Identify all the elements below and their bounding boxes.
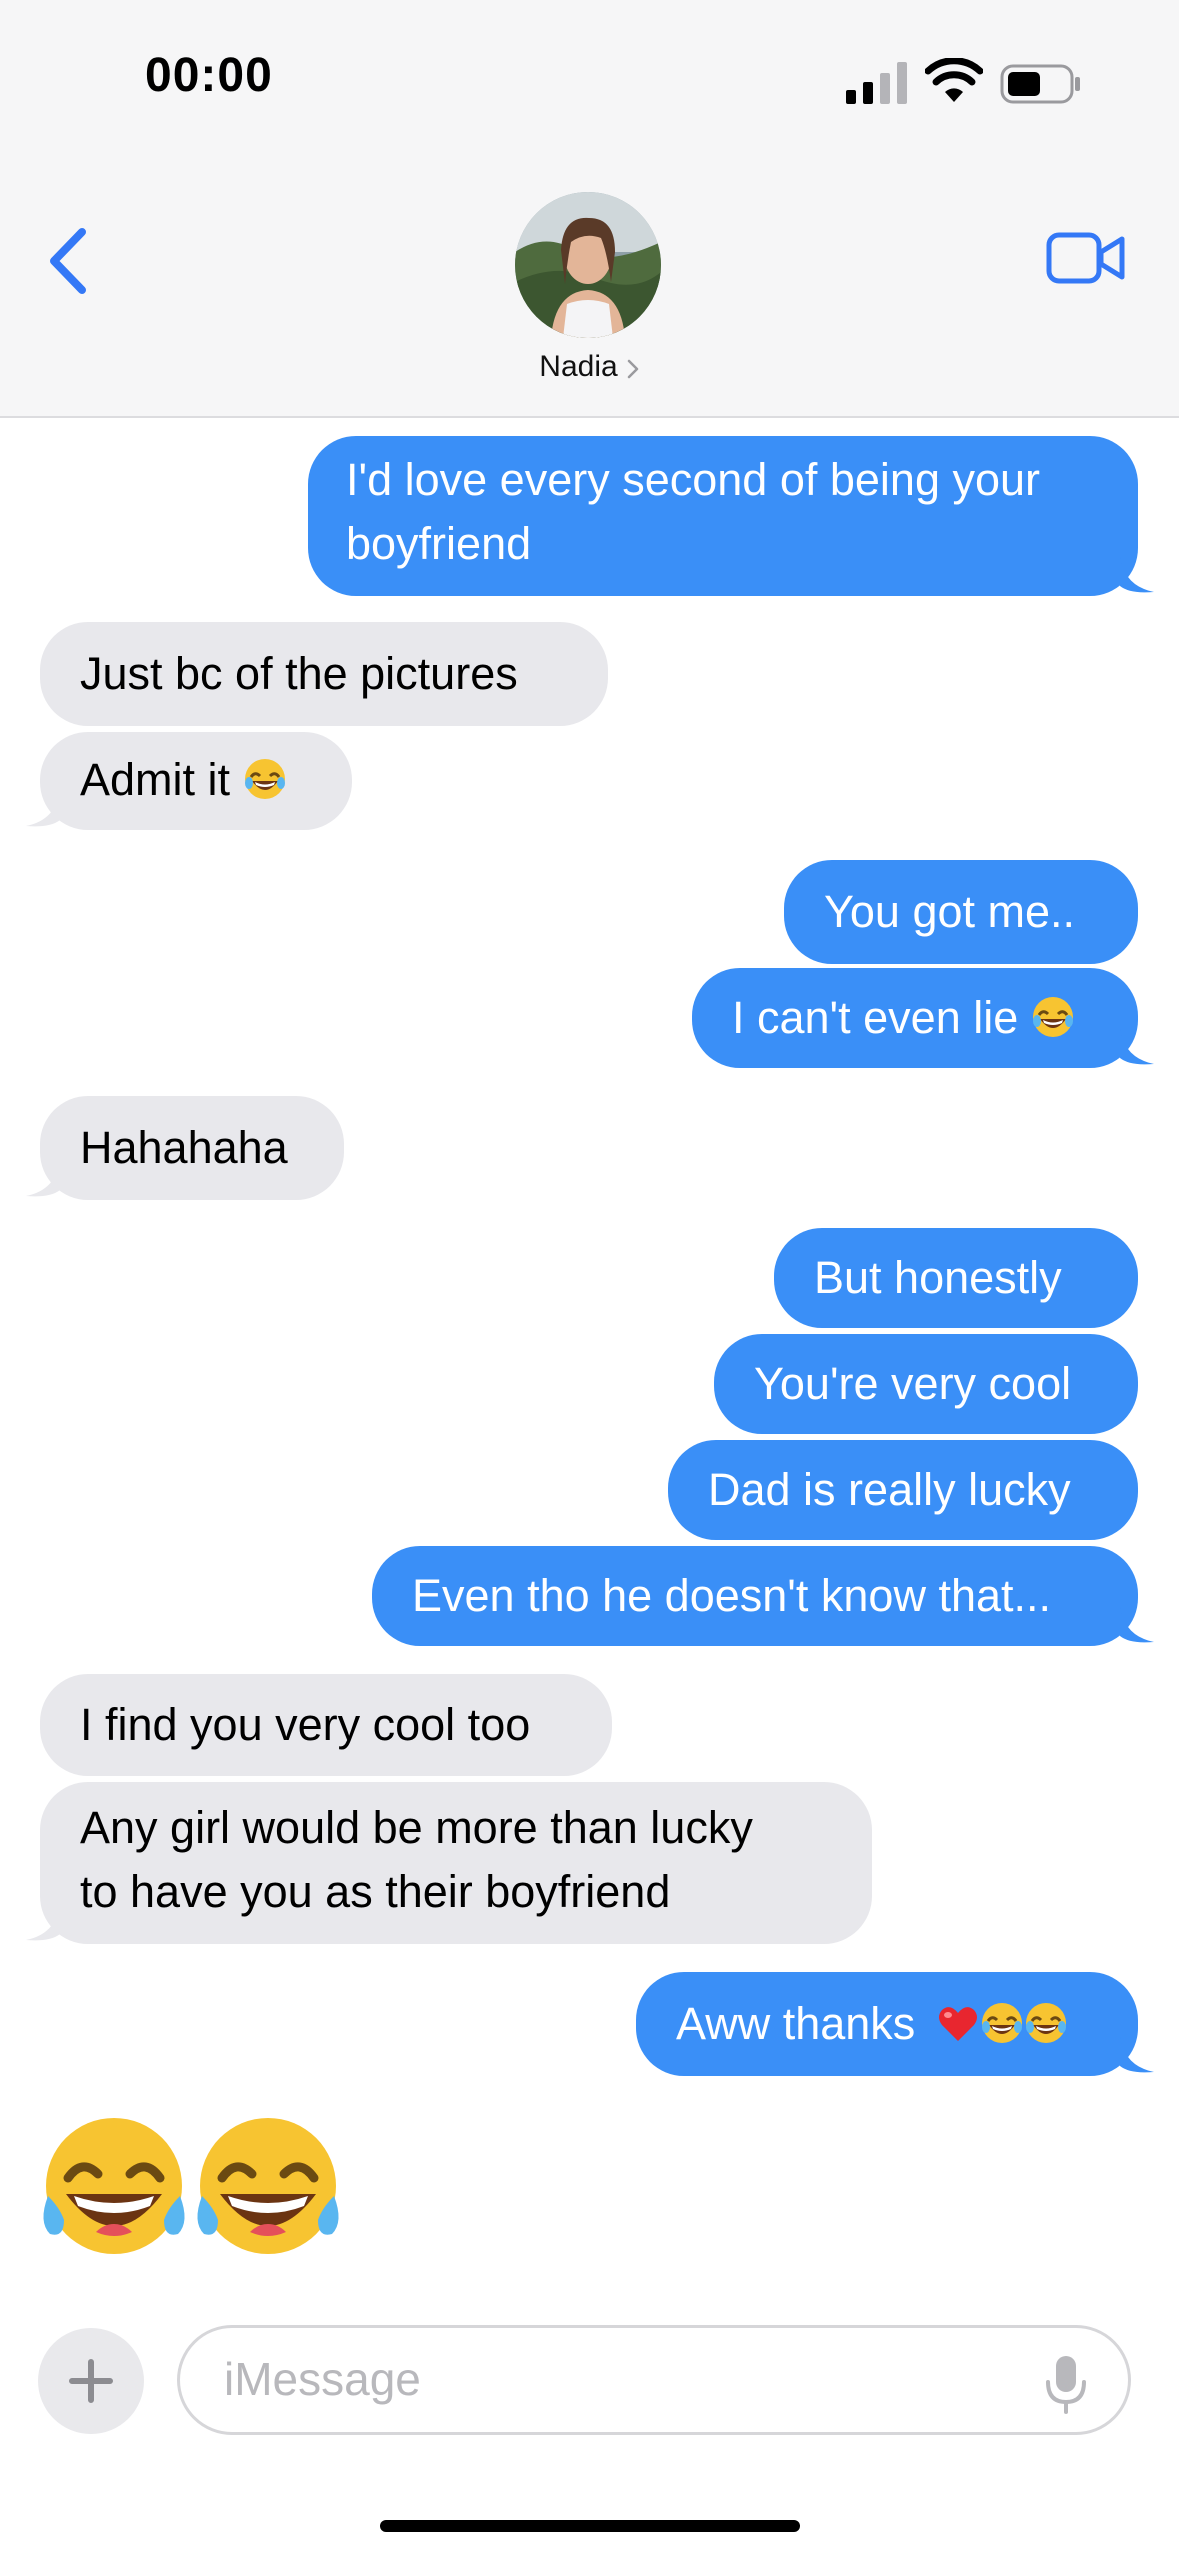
message-text-line: Any girl would be more than lucky <box>80 1802 753 1853</box>
outgoing-message-bubble[interactable]: Even tho he doesn't know that... <box>372 1546 1138 1646</box>
incoming-message-bubble[interactable]: Any girl would be more than lucky to hav… <box>40 1782 872 1944</box>
message-text-line: boyfriend <box>346 518 532 569</box>
outgoing-message-bubble[interactable]: But honestly <box>774 1228 1138 1328</box>
laughing-emoji-icon <box>1025 2003 1066 2043</box>
bubble-tail <box>1120 556 1154 593</box>
incoming-message-bubble[interactable]: Just bc of the pictures <box>40 622 608 726</box>
outgoing-message-bubble[interactable]: Dad is really lucky <box>668 1440 1138 1540</box>
outgoing-message-bubble[interactable]: You're very cool <box>714 1334 1138 1434</box>
incoming-message-bubble[interactable]: Hahahaha <box>40 1096 344 1200</box>
battery-icon <box>1000 64 1080 104</box>
message-text-line: Even tho he doesn't know that... <box>412 1570 1052 1621</box>
message-text-line: Just bc of the pictures <box>80 648 518 699</box>
outgoing-message-bubble[interactable]: You got me.. <box>784 860 1138 964</box>
back-chevron-icon[interactable] <box>44 226 94 296</box>
status-time: 00:00 <box>145 49 273 102</box>
microphone-icon[interactable] <box>1044 2354 1088 2414</box>
laughing-emoji-icon <box>981 2003 1022 2043</box>
bubble-tail <box>26 1904 60 1941</box>
laughing-emoji-icon <box>1032 997 1073 1037</box>
message-text-line: I can't even lie <box>732 992 1019 1043</box>
conversation-header: 00:00 Nadia <box>0 0 1179 418</box>
wifi-icon <box>925 58 983 102</box>
contact-name: Nadia <box>539 350 618 383</box>
laughing-emoji-icon <box>244 759 285 799</box>
heart-icon <box>938 2007 977 2041</box>
facetime-video-icon[interactable] <box>1046 230 1126 286</box>
bubble-tail <box>1120 1028 1154 1065</box>
bubble-tail <box>26 1160 60 1197</box>
bubble-tail <box>1120 2036 1154 2073</box>
message-text-line: Admit it <box>80 754 231 805</box>
home-indicator <box>380 2520 800 2532</box>
message-text-line: You got me.. <box>824 886 1076 937</box>
message-text-line: Dad is really lucky <box>708 1464 1071 1515</box>
bubble-tail <box>26 790 60 827</box>
message-text-line: Aww thanks <box>676 1998 916 2049</box>
outgoing-message-bubble[interactable]: I can't even lie <box>692 968 1138 1068</box>
message-text-line: You're very cool <box>754 1358 1072 1409</box>
bubble-tail <box>1120 1606 1154 1643</box>
message-input[interactable]: iMessage <box>177 2325 1131 2435</box>
message-text-line: Hahahaha <box>80 1122 288 1173</box>
message-text-line: I'd love every second of being your <box>346 454 1041 505</box>
apps-plus-button[interactable] <box>38 2328 144 2434</box>
message-text-line: But honestly <box>814 1252 1062 1303</box>
outgoing-message-bubble[interactable]: Aww thanks <box>636 1972 1138 2076</box>
contact-name-button[interactable]: Nadia <box>0 350 1179 384</box>
cellular-signal-icon <box>846 62 907 104</box>
chevron-right-icon <box>627 359 638 379</box>
message-input-placeholder: iMessage <box>224 2353 421 2405</box>
laughing-emoji-icon <box>43 2118 185 2254</box>
laughing-emoji-icon <box>197 2118 339 2254</box>
incoming-message-bubble[interactable]: I find you very cool too <box>40 1674 612 1776</box>
message-text-line: to have you as their boyfriend <box>80 1866 671 1917</box>
contact-avatar[interactable] <box>515 192 661 338</box>
plus-icon <box>69 2359 113 2403</box>
incoming-message-bubble[interactable]: Admit it <box>40 732 352 830</box>
message-text-line: I find you very cool too <box>80 1699 531 1750</box>
outgoing-message-bubble[interactable]: I'd love every second of being your boyf… <box>308 436 1138 596</box>
